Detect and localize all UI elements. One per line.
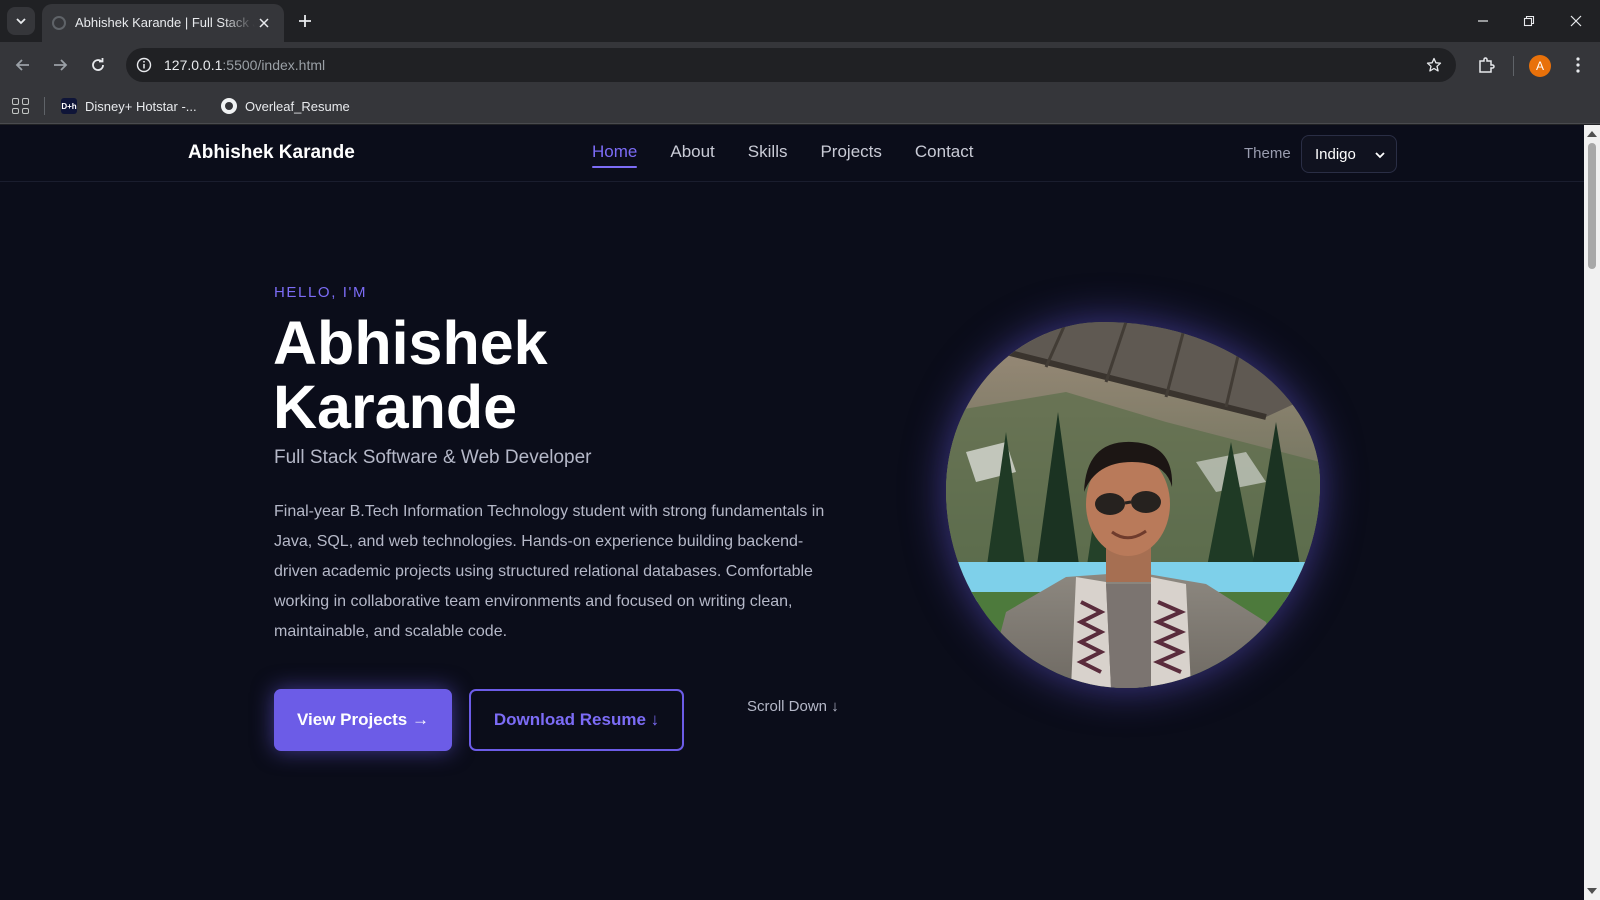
reload-button[interactable] [84,51,112,79]
theme-label: Theme [1244,145,1291,162]
arrow-right-icon [54,59,68,71]
page-scrollbar[interactable] [1584,125,1600,900]
profile-photo [946,322,1320,688]
url-path: :5500/index.html [222,57,326,73]
plus-icon [299,15,311,27]
bookmarks-divider [44,97,45,115]
close-tab-icon[interactable] [254,13,274,33]
bookmark-label: Overleaf_Resume [245,98,350,114]
browser-tab-active[interactable]: Abhishek Karande | Full Stack Java Devel… [42,4,284,42]
scrollbar-thumb[interactable] [1588,143,1596,269]
bookmarks-bar: D+h Disney+ Hotstar -... Overleaf_Resume [0,88,1600,124]
reload-icon [92,58,104,71]
puzzle-icon [1479,57,1495,73]
chevron-down-icon [16,18,26,25]
minimize-button[interactable] [1460,0,1506,42]
tab-search-button[interactable] [7,7,35,35]
new-tab-button[interactable] [292,8,318,34]
site-brand[interactable]: Abhishek Karande [188,142,355,164]
more-vert-icon [1576,57,1580,73]
overleaf-icon [221,98,237,114]
nav-link-home[interactable]: Home [592,142,638,168]
hero-bio: Final-year B.Tech Information Technology… [274,503,825,640]
hero-eyebrow: HELLO, I'M [274,284,368,301]
site-info-icon[interactable] [132,53,156,77]
restore-icon [1523,15,1535,27]
loading-favicon-icon [52,16,66,30]
profile-avatar[interactable]: A [1529,55,1551,77]
profile-photo-illustration [946,322,1320,688]
hero-name-last: Karande [273,373,518,441]
download-resume-button[interactable]: Download Resume ↓ [469,689,684,751]
browser-menu-button[interactable] [1566,51,1590,79]
scroll-up-arrow-icon[interactable] [1587,131,1597,137]
nav-link-projects[interactable]: Projects [820,142,881,168]
arrow-left-icon [15,59,29,71]
theme-select[interactable]: Indigo [1301,135,1397,173]
bookmark-hotstar[interactable]: D+h Disney+ Hotstar -... [61,95,197,117]
forward-button[interactable] [46,51,74,79]
site-header: Abhishek Karande Home About Skills Proje… [0,125,1584,182]
chevron-down-icon [1375,152,1385,159]
tab-strip: Abhishek Karande | Full Stack Java Devel… [0,0,1600,42]
bookmark-label: Disney+ Hotstar -... [85,98,197,114]
close-window-button[interactable] [1553,0,1599,42]
back-button[interactable] [9,51,37,79]
close-icon [1570,15,1582,27]
extensions-button[interactable] [1472,51,1500,79]
bookmark-overleaf[interactable]: Overleaf_Resume [221,95,350,117]
apps-grid-icon[interactable] [10,96,30,116]
nav-link-about[interactable]: About [670,142,714,168]
url-host: 127.0.0.1 [164,57,223,73]
tab-title: Abhishek Karande | Full Stack Java Devel… [75,15,255,30]
main-nav: Home About Skills Projects Contact [592,142,973,168]
bookmark-star-icon[interactable] [1424,55,1444,75]
theme-select-value: Indigo [1315,145,1356,163]
hero-role: Full Stack Software & Web Developer [274,447,592,468]
view-projects-button[interactable]: View Projects → [274,689,452,751]
nav-link-skills[interactable]: Skills [748,142,788,168]
restore-button[interactable] [1506,0,1552,42]
url-text: 127.0.0.1:5500/index.html [164,57,325,73]
scroll-down-link[interactable]: Scroll Down ↓ [747,698,839,715]
nav-link-contact[interactable]: Contact [915,142,974,168]
hero-name: Abhishek Karande [273,311,793,439]
address-bar[interactable]: 127.0.0.1:5500/index.html [126,48,1456,82]
page-viewport: Abhishek Karande Home About Skills Proje… [0,125,1584,900]
toolbar-divider [1513,56,1514,76]
minimize-icon [1478,20,1488,22]
hotstar-icon: D+h [61,98,77,114]
browser-toolbar: 127.0.0.1:5500/index.html [0,42,1600,88]
scroll-down-arrow-icon[interactable] [1587,888,1597,894]
hero-name-first: Abhishek [273,309,548,377]
